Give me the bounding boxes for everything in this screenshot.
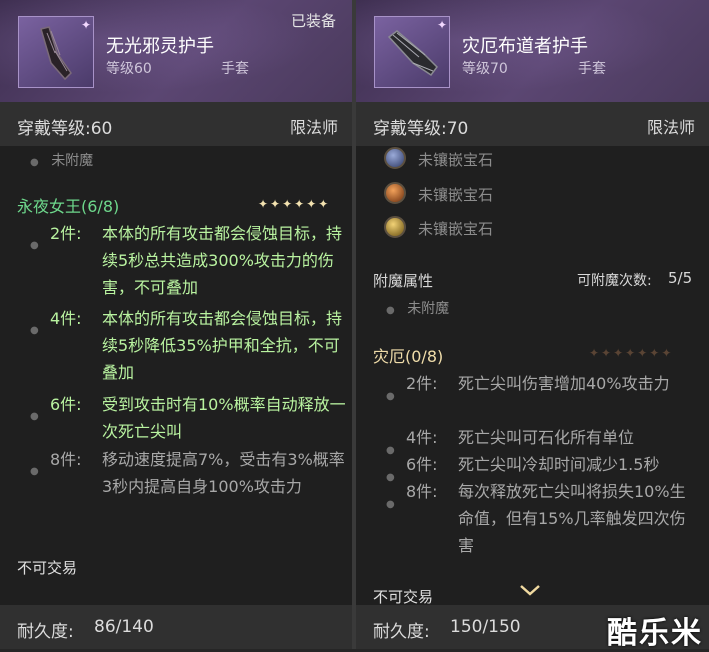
- bonus-key: 2件:: [406, 374, 438, 393]
- enchant-count-label: 可附魔次数:: [577, 273, 652, 289]
- bonus-key: 4件:: [50, 309, 82, 328]
- requirement-bar: 穿戴等级:60 限法师: [0, 102, 352, 146]
- set-stars: ✦✦✦✦✦✦✦: [589, 346, 674, 360]
- blue-gem-socket-icon: [384, 147, 406, 169]
- enchant-line: ● 未附魔: [386, 298, 449, 318]
- required-level: 穿戴等级:70: [373, 119, 469, 139]
- trade-status: 不可交易: [373, 588, 434, 606]
- item-header: ✦ 无光邪灵护手 等级60 手套 已装备: [0, 0, 352, 102]
- tooltip-left: ✦ 无光邪灵护手 等级60 手套 已装备 穿戴等级:60 限法师 ● 未附魔 永…: [0, 0, 352, 649]
- orange-gem-socket-icon: [384, 182, 406, 204]
- bonus-text: 死亡尖叫伤害增加40%攻击力: [458, 374, 670, 393]
- item-name: 灾厄布道者护手: [462, 36, 588, 57]
- equipped-badge: 已装备: [290, 12, 336, 30]
- bonus-text: 本体的所有攻击都会侵蚀目标，持续5秒降低35%护甲和全抗，不可叠加: [102, 309, 343, 382]
- item-icon[interactable]: ✦: [374, 16, 450, 88]
- required-class: 限法师: [289, 118, 338, 137]
- sparkle-icon: ✦: [80, 18, 91, 32]
- durability-bar: 耐久度: 86/140: [0, 605, 352, 649]
- watermark-logo: 酷乐米: [607, 616, 703, 651]
- bullet-icon: ●: [386, 499, 395, 510]
- enchant-count: 5/5: [668, 269, 693, 287]
- bullet-icon: ●: [386, 445, 395, 456]
- tooltip-right: ✦ 灾厄布道者护手 等级70 手套 穿戴等级:70 限法师 未镶嵌宝石 未镶嵌宝…: [356, 0, 709, 649]
- requirement-bar: 穿戴等级:70 限法师: [356, 102, 709, 146]
- durability-value: 86/140: [94, 617, 154, 637]
- bullet-icon: ●: [30, 157, 39, 168]
- enchant-header: 附魔属性: [373, 272, 434, 290]
- item-slot: 手套: [221, 61, 249, 77]
- bonus-key: 8件:: [406, 482, 438, 501]
- bullet-icon: ●: [30, 325, 39, 336]
- enchant-line: ● 未附魔: [30, 150, 93, 170]
- item-level: 等级60: [106, 61, 152, 77]
- bonus-key: 6件:: [406, 455, 438, 474]
- bullet-icon: ●: [386, 391, 395, 402]
- gem-status: 未镶嵌宝石: [418, 151, 494, 169]
- bullet-icon: ●: [386, 472, 395, 483]
- trade-status: 不可交易: [17, 559, 78, 577]
- yellow-gem-socket-icon: [384, 216, 406, 238]
- bonus-key: 6件:: [50, 395, 82, 414]
- set-title: 永夜女王(6/8): [17, 197, 120, 216]
- bonus-text: 受到攻击时有10%概率自动释放一次死亡尖叫: [102, 395, 346, 441]
- gauntlet-icon: [40, 26, 72, 81]
- bonus-text: 每次释放死亡尖叫将损失10%生命值，但有15%几率触发四次伤害: [458, 482, 686, 555]
- required-class: 限法师: [646, 118, 695, 137]
- bonus-key: 8件:: [50, 450, 82, 469]
- enchant-status: 未附魔: [407, 301, 450, 317]
- bonus-key: 2件:: [50, 224, 82, 243]
- set-title: 灾厄(0/8): [373, 347, 444, 366]
- bullet-icon: ●: [386, 305, 395, 316]
- gem-status: 未镶嵌宝石: [418, 220, 494, 238]
- durability-label: 耐久度:: [17, 622, 74, 642]
- bonus-text: 本体的所有攻击都会侵蚀目标，持续5秒总共造成300%攻击力的伤害，不可叠加: [102, 224, 343, 297]
- required-level: 穿戴等级:60: [17, 119, 113, 139]
- item-slot: 手套: [578, 61, 606, 77]
- item-icon[interactable]: ✦: [18, 16, 94, 88]
- set-stars: ✦✦✦✦✦✦: [258, 197, 331, 211]
- bonus-key: 4件:: [406, 428, 438, 447]
- chevron-down-icon[interactable]: [519, 583, 541, 597]
- item-name: 无光邪灵护手: [106, 36, 214, 57]
- enchant-status: 未附魔: [51, 153, 94, 169]
- bonus-text: 死亡尖叫可石化所有单位: [458, 428, 635, 447]
- gauntlet-icon: [387, 30, 438, 77]
- bullet-icon: ●: [30, 240, 39, 251]
- durability-value: 150/150: [450, 617, 521, 637]
- item-level: 等级70: [462, 61, 508, 77]
- durability-label: 耐久度:: [373, 622, 430, 642]
- item-header: ✦ 灾厄布道者护手 等级70 手套: [356, 0, 709, 102]
- bullet-icon: ●: [30, 411, 39, 422]
- gem-status: 未镶嵌宝石: [418, 186, 494, 204]
- bonus-text: 死亡尖叫冷却时间减少1.5秒: [458, 455, 660, 474]
- bullet-icon: ●: [30, 466, 39, 477]
- bonus-text: 移动速度提高7%，受击有3%概率3秒内提高自身100%攻击力: [102, 450, 345, 496]
- sparkle-icon: ✦: [436, 18, 447, 32]
